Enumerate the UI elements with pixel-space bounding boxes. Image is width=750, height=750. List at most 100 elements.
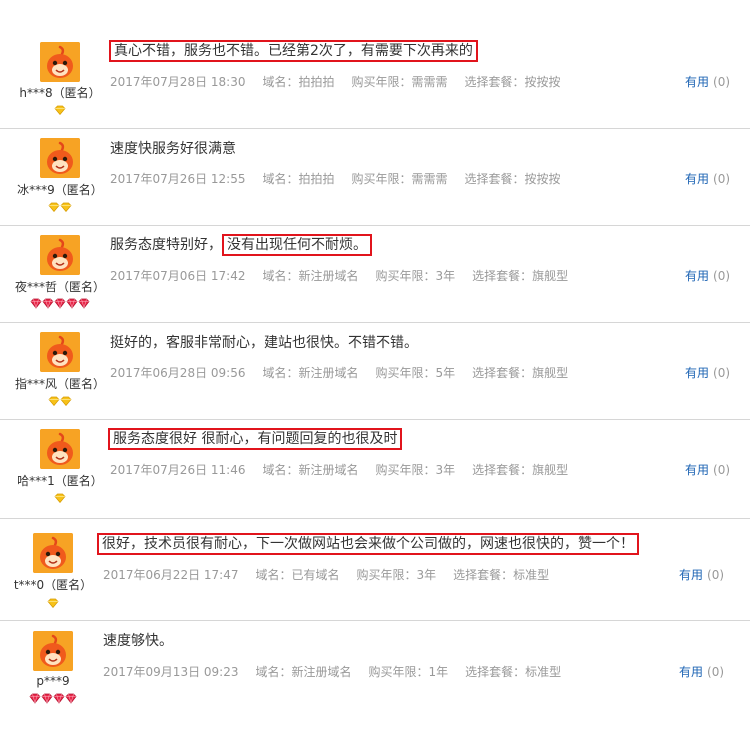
yellow-diamond-icon <box>47 597 59 609</box>
review-meta: 2017年06月28日 09:56 域名：新注册域名 购买年限：5年 选择套餐：旗舰型 <box>110 364 585 381</box>
useful-button[interactable]: 有用 <box>679 665 703 679</box>
yellow-diamond-icon <box>60 395 72 407</box>
review-meta: 2017年07月26日 11:46 域名：新注册域名 购买年限：3年 选择套餐：旗舰型 <box>110 461 585 478</box>
review-content: 速度快服务好很满意 <box>110 139 236 159</box>
review-date: 2017年07月26日 12:55 <box>110 172 246 186</box>
review-text: 速度快服务好很满意 <box>110 141 236 157</box>
useful-vote: 有用 (0) <box>685 170 730 187</box>
review-package: 选择套餐：旗舰型 <box>472 269 569 283</box>
red-diamond-icon <box>66 298 78 310</box>
user-level-badges <box>10 298 110 310</box>
review-content: 服务态度很好 很耐心，有问题回复的也很及时 <box>108 428 403 450</box>
useful-vote: 有用 (0) <box>685 267 730 284</box>
useful-count: (0) <box>713 75 731 89</box>
red-diamond-icon <box>78 298 90 310</box>
review-purchase-years: 购买年限：需需需 <box>351 172 448 186</box>
user-avatar <box>40 138 80 178</box>
yellow-diamond-icon <box>60 201 72 213</box>
user-avatar <box>40 332 80 372</box>
useful-count: (0) <box>713 463 731 477</box>
red-diamond-icon <box>53 693 65 705</box>
review-meta: 2017年09月13日 09:23 域名：新注册域名 购买年限：1年 选择套餐：标准型 <box>103 663 578 680</box>
review-domain: 域名：拍拍拍 <box>262 75 335 89</box>
useful-button[interactable]: 有用 <box>685 75 709 89</box>
useful-count: (0) <box>713 269 731 283</box>
user-avatar <box>33 533 73 573</box>
useful-vote: 有用 (0) <box>679 566 724 583</box>
red-diamond-icon <box>54 298 66 310</box>
review-package: 选择套餐：标准型 <box>465 665 562 679</box>
useful-count: (0) <box>707 665 725 679</box>
review-text-highlighted: 真心不错，服务也不错。已经第2次了，有需要下次再来的 <box>109 40 478 62</box>
useful-button[interactable]: 有用 <box>679 568 703 582</box>
review-domain: 域名：新注册域名 <box>262 463 359 477</box>
review-meta: 2017年07月28日 18:30 域名：拍拍拍 购买年限：需需需 选择套餐：按按按 <box>110 73 578 90</box>
user-level-badges <box>10 395 110 407</box>
review-text-highlighted: 很好，技术员很有耐心，下一次做网站也会来做个公司做的，网速也很快的，赞一个！ <box>97 533 639 555</box>
review-purchase-years: 购买年限：5年 <box>375 366 456 380</box>
review-domain: 域名：拍拍拍 <box>262 172 335 186</box>
review-meta: 2017年07月26日 12:55 域名：拍拍拍 购买年限：需需需 选择套餐：按按按 <box>110 170 578 187</box>
useful-button[interactable]: 有用 <box>685 172 709 186</box>
review-purchase-years: 购买年限：3年 <box>375 269 456 283</box>
review-divider <box>0 225 750 226</box>
review-date: 2017年06月28日 09:56 <box>110 366 246 380</box>
review-domain: 域名：新注册域名 <box>262 269 359 283</box>
review-purchase-years: 购买年限：需需需 <box>351 75 448 89</box>
review-meta: 2017年06月22日 17:47 域名：已有域名 购买年限：3年 选择套餐：标准型 <box>103 566 566 583</box>
useful-count: (0) <box>713 172 731 186</box>
username: 冰***9（匿名） <box>17 183 103 197</box>
review-package: 选择套餐：旗舰型 <box>472 366 569 380</box>
useful-button[interactable]: 有用 <box>685 269 709 283</box>
review-content: 真心不错，服务也不错。已经第2次了，有需要下次再来的 <box>109 40 478 62</box>
review-text-highlighted: 没有出现任何不耐烦。 <box>222 234 372 256</box>
user-level-badges <box>10 104 110 116</box>
user-level-badges <box>10 201 110 213</box>
user-avatar <box>40 42 80 82</box>
review-content: 速度够快。 <box>103 631 173 651</box>
user-level-badges <box>3 597 103 609</box>
review-divider <box>0 419 750 420</box>
review-domain: 域名：已有域名 <box>255 568 340 582</box>
username: 哈***1（匿名） <box>17 474 103 488</box>
useful-button[interactable]: 有用 <box>685 366 709 380</box>
review-content: 很好，技术员很有耐心，下一次做网站也会来做个公司做的，网速也很快的，赞一个！ <box>97 533 639 555</box>
review-text-highlighted: 服务态度很好 很耐心，有问题回复的也很及时 <box>108 428 403 450</box>
review-content: 挺好的，客服非常耐心，建站也很快。不错不错。 <box>110 333 418 353</box>
yellow-diamond-icon <box>48 395 60 407</box>
review-domain: 域名：新注册域名 <box>262 366 359 380</box>
useful-count: (0) <box>707 568 725 582</box>
review-text: 速度够快。 <box>103 633 173 649</box>
review-date: 2017年07月06日 17:42 <box>110 269 246 283</box>
useful-vote: 有用 (0) <box>685 461 730 478</box>
review-meta: 2017年07月06日 17:42 域名：新注册域名 购买年限：3年 选择套餐：旗舰型 <box>110 267 585 284</box>
user-avatar <box>40 235 80 275</box>
review-date: 2017年07月26日 11:46 <box>110 463 246 477</box>
review-date: 2017年09月13日 09:23 <box>103 665 239 679</box>
username: 指***风（匿名） <box>14 377 105 391</box>
useful-vote: 有用 (0) <box>679 663 724 680</box>
username: h***8（匿名） <box>19 86 101 100</box>
review-package: 选择套餐：标准型 <box>453 568 550 582</box>
review-date: 2017年07月28日 18:30 <box>110 75 246 89</box>
username: t***0（匿名） <box>13 578 93 592</box>
red-diamond-icon <box>30 298 42 310</box>
review-divider <box>0 620 750 621</box>
review-divider <box>0 128 750 129</box>
user-avatar <box>33 631 73 671</box>
user-avatar <box>40 429 80 469</box>
review-divider <box>0 322 750 323</box>
review-text: 服务态度特别好， <box>110 237 222 253</box>
review-text: 挺好的，客服非常耐心，建站也很快。不错不错。 <box>110 335 418 351</box>
review-domain: 域名：新注册域名 <box>255 665 352 679</box>
review-divider <box>0 518 750 519</box>
red-diamond-icon <box>42 298 54 310</box>
review-purchase-years: 购买年限：3年 <box>375 463 456 477</box>
username: 夜***哲（匿名） <box>14 280 105 294</box>
review-package: 选择套餐：按按按 <box>464 172 561 186</box>
user-level-badges <box>3 693 103 705</box>
review-package: 选择套餐：旗舰型 <box>472 463 569 477</box>
red-diamond-icon <box>41 693 53 705</box>
useful-button[interactable]: 有用 <box>685 463 709 477</box>
review-package: 选择套餐：按按按 <box>464 75 561 89</box>
